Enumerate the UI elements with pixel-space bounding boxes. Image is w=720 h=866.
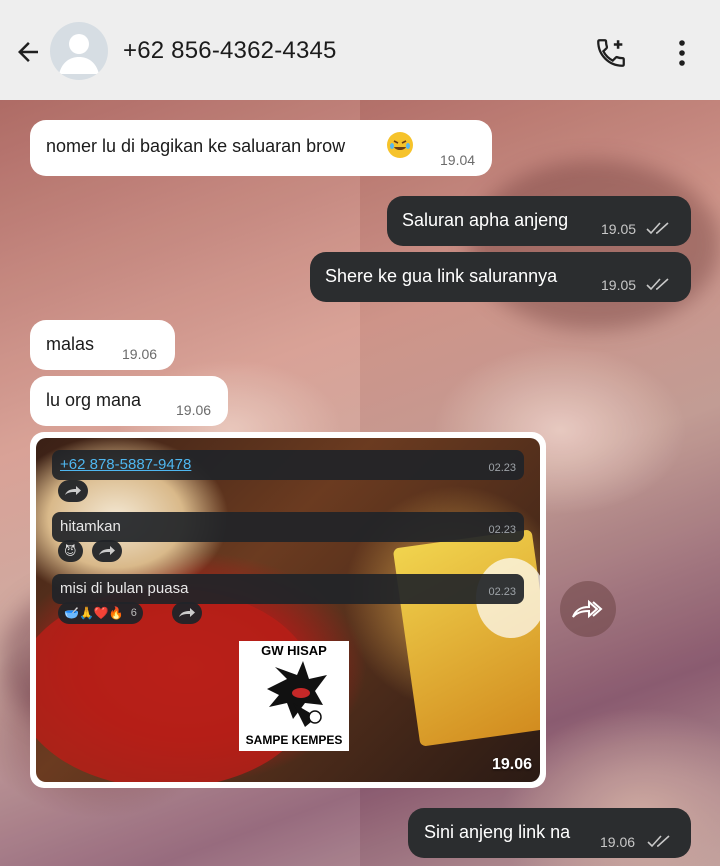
add-call-icon <box>597 39 625 67</box>
message-bubble-outgoing[interactable]: Saluran apha anjeng 19.05 <box>387 196 691 246</box>
reaction-emojis: 🥣🙏❤️🔥 <box>64 606 124 620</box>
message-bubble-outgoing[interactable]: Sini anjeng link na 19.06 <box>408 808 691 858</box>
read-ticks-icon <box>647 835 670 848</box>
embedded-message: +62 878-5887-9478 02.23 <box>52 450 524 480</box>
embedded-text: hitamkan <box>60 518 121 535</box>
forward-button[interactable] <box>560 581 616 637</box>
message-text: lu org mana <box>46 390 142 410</box>
reaction-badge: 😈 <box>58 540 83 562</box>
message-time: 19.06 <box>176 402 212 418</box>
read-ticks-icon <box>646 222 669 235</box>
reaction-count: 6 <box>130 607 137 619</box>
message-text: nomer lu di bagikan ke saluaran brow <box>46 136 346 156</box>
message-bubble-incoming[interactable]: lu org mana 19.06 <box>30 376 228 426</box>
hedgehog-sticker-icon <box>267 661 327 727</box>
rofl-emoji-icon <box>387 132 413 158</box>
message-text: Shere ke gua link salurannya <box>325 266 558 286</box>
message-bubble-incoming[interactable]: nomer lu di bagikan ke saluaran brow 19.… <box>30 120 492 176</box>
forward-icon <box>65 486 81 495</box>
forward-icon <box>99 546 115 555</box>
reaction-emoji: 😈 <box>64 544 77 558</box>
contact-name[interactable]: +62 856-4362-4345 <box>123 37 337 65</box>
forward-badge <box>92 540 122 562</box>
message-bubble-outgoing[interactable]: Shere ke gua link salurannya 19.05 <box>310 252 691 302</box>
embedded-message: misi di bulan puasa 02.23 <box>52 574 524 604</box>
forward-badge <box>172 602 202 624</box>
message-time: 19.06 <box>122 346 158 362</box>
sticker-image: GW HISAP SAMPE KEMPES <box>239 641 349 751</box>
message-text: Sini anjeng link na <box>424 822 571 842</box>
sticker-bottom-text: SAMPE KEMPES <box>245 733 343 747</box>
message-time: 19.06 <box>491 756 532 773</box>
embedded-time: 02.23 <box>488 462 516 474</box>
forward-icon <box>179 608 195 617</box>
message-time: 19.05 <box>601 277 637 293</box>
embedded-time: 02.23 <box>488 586 516 598</box>
message-text: malas <box>46 334 95 354</box>
embedded-message: hitamkan 02.23 <box>52 512 524 542</box>
screenshot-image[interactable]: +62 878-5887-9478 02.23 hitamkan 02.23 😈… <box>36 438 540 782</box>
avatar-icon <box>59 34 99 74</box>
message-time: 19.04 <box>440 152 476 168</box>
image-message[interactable]: +62 878-5887-9478 02.23 hitamkan 02.23 😈… <box>30 432 546 788</box>
add-call-button[interactable] <box>592 34 630 72</box>
message-text: Saluran apha anjeng <box>402 210 569 230</box>
message-time: 19.05 <box>601 221 637 237</box>
back-button[interactable] <box>10 34 46 70</box>
read-ticks-icon <box>646 278 669 291</box>
more-options-button[interactable] <box>664 34 700 72</box>
more-vert-icon <box>679 40 685 66</box>
back-arrow-icon <box>18 42 38 62</box>
embedded-text: misi di bulan puasa <box>60 580 189 597</box>
avatar[interactable] <box>50 22 108 80</box>
message-time: 19.06 <box>600 834 636 850</box>
forward-badge <box>58 480 88 502</box>
embedded-time: 02.23 <box>488 524 516 536</box>
reaction-badge: 🥣🙏❤️🔥 6 <box>58 602 143 624</box>
message-bubble-incoming[interactable]: malas 19.06 <box>30 320 175 370</box>
sticker-top-text: GW HISAP <box>261 643 327 658</box>
forward-icon <box>572 599 603 619</box>
chat-header: +62 856-4362-4345 <box>0 0 720 100</box>
embedded-phone-link: +62 878-5887-9478 <box>60 456 192 473</box>
